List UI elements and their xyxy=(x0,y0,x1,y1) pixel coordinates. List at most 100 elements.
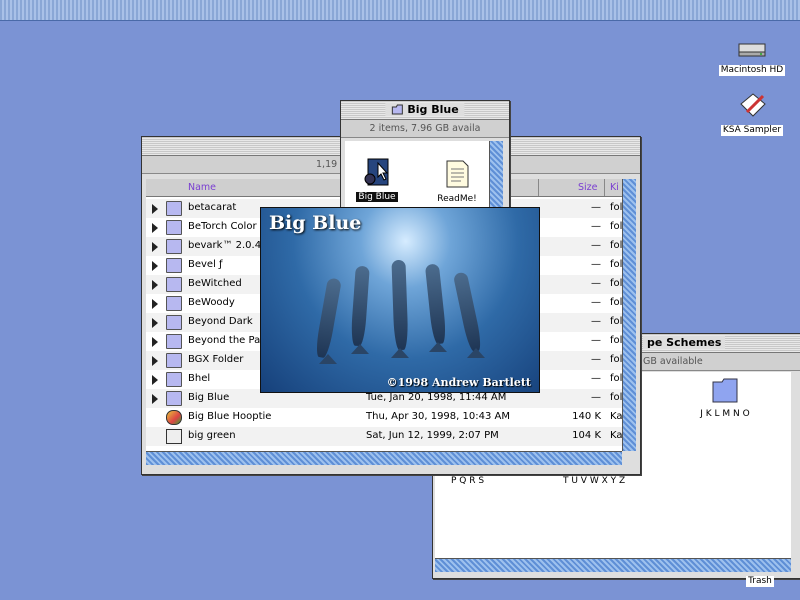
readme-document-icon xyxy=(446,160,469,188)
item-name: bevark™ 2.0.4 xyxy=(188,240,262,251)
item-kind: fol xyxy=(610,316,623,327)
item-name: Big Blue Hooptie xyxy=(188,411,272,422)
disclosure-triangle-icon[interactable] xyxy=(152,204,158,214)
folder-item[interactable]: J K L M N O xyxy=(695,376,755,419)
desktop-icon-label: KSA Sampler xyxy=(720,125,784,136)
item-size: 140 K xyxy=(572,411,601,422)
item-kind: fol xyxy=(610,335,623,346)
hard-disk-icon xyxy=(738,43,766,57)
big-blue-app-item[interactable]: Big Blue xyxy=(349,157,405,202)
disclosure-triangle-icon[interactable] xyxy=(152,280,158,290)
item-kind: fol xyxy=(610,278,623,289)
item-size: — xyxy=(591,335,601,346)
item-size: — xyxy=(591,240,601,251)
row-label: P Q R S xyxy=(451,476,485,486)
item-name: BeWoody xyxy=(188,297,235,308)
item-name: Beyond the Pal xyxy=(188,335,263,346)
folder-icon xyxy=(166,372,182,387)
item-name: big green xyxy=(188,430,236,441)
item-date: Sat, Jun 12, 1999, 2:07 PM xyxy=(366,430,499,441)
disclosure-triangle-icon[interactable] xyxy=(152,223,158,233)
item-name: BeTorch Color xyxy=(188,221,257,232)
big-blue-app-label: Big Blue xyxy=(356,192,398,202)
item-size: — xyxy=(591,354,601,365)
folder-icon xyxy=(166,220,182,235)
name-column-header[interactable]: Name xyxy=(188,182,216,193)
folder-icon xyxy=(166,315,182,330)
folder-icon xyxy=(166,296,182,311)
item-size: — xyxy=(591,316,601,327)
item-kind: fol xyxy=(610,392,623,403)
desktop-icon-label: Trash xyxy=(746,576,774,587)
folder-icon xyxy=(166,201,182,216)
desktop-icon-ksa-sampler[interactable]: KSA Sampler xyxy=(712,92,792,136)
folder-icon xyxy=(166,353,182,368)
disclosure-triangle-icon[interactable] xyxy=(152,375,158,385)
item-name: BGX Folder xyxy=(188,354,244,365)
disclosure-triangle-icon[interactable] xyxy=(152,394,158,404)
size-column-header[interactable]: Size xyxy=(578,182,598,193)
item-name: Beyond Dark xyxy=(188,316,253,327)
item-name: Bhel xyxy=(188,373,211,384)
window-title: Big Blue xyxy=(385,103,465,116)
vertical-scrollbar[interactable] xyxy=(489,141,503,215)
folder-icon xyxy=(166,277,182,292)
item-size: — xyxy=(591,278,601,289)
item-size: — xyxy=(591,259,601,270)
splash-screen: Big Blue ©1998 Andrew Bartlett xyxy=(260,207,540,393)
item-size: — xyxy=(591,202,601,213)
desktop-icon-trash[interactable]: Trash xyxy=(720,574,800,587)
item-size: — xyxy=(591,373,601,384)
window-title: pe Schemes xyxy=(643,336,726,349)
list-row[interactable]: big green Sat, Jun 12, 1999, 2:07 PM 104 K… xyxy=(146,427,630,446)
window-content: Big Blue ReadMe! xyxy=(345,141,489,215)
app-icon xyxy=(166,410,182,425)
item-kind: Ka xyxy=(610,411,623,422)
item-kind: fol xyxy=(610,202,623,213)
item-name: betacarat xyxy=(188,202,237,213)
window-title-bar[interactable]: Big Blue xyxy=(341,101,509,120)
folder-icon xyxy=(166,391,182,406)
readme-label: ReadMe! xyxy=(437,194,477,204)
splash-title: Big Blue xyxy=(269,212,362,234)
item-name: Bevel ƒ xyxy=(188,259,223,270)
item-kind: fol xyxy=(610,240,623,251)
item-kind: Ka xyxy=(610,430,623,441)
folder-icon xyxy=(712,378,738,403)
item-name: BeWitched xyxy=(188,278,242,289)
folder-icon xyxy=(166,239,182,254)
folder-icon xyxy=(391,104,403,115)
kind-column-header[interactable]: Ki xyxy=(610,182,619,193)
vertical-scrollbar[interactable] xyxy=(622,179,636,451)
splash-copyright: ©1998 Andrew Bartlett xyxy=(386,376,531,389)
document-icon xyxy=(166,429,182,444)
desktop-icon-label: Macintosh HD xyxy=(718,65,786,76)
big-blue-window[interactable]: Big Blue 2 items, 7.96 GB availa Big Blu… xyxy=(340,100,510,217)
readme-item[interactable]: ReadMe! xyxy=(429,159,485,204)
menu-bar[interactable] xyxy=(0,0,800,21)
disclosure-triangle-icon[interactable] xyxy=(152,337,158,347)
item-kind: fol xyxy=(610,259,623,270)
disclosure-triangle-icon[interactable] xyxy=(152,261,158,271)
horizontal-scrollbar[interactable] xyxy=(146,451,622,465)
folder-icon xyxy=(166,258,182,273)
desktop-icon-macintosh-hd[interactable]: Macintosh HD xyxy=(712,40,792,76)
disclosure-triangle-icon[interactable] xyxy=(152,299,158,309)
item-kind: fol xyxy=(610,354,623,365)
item-size: — xyxy=(591,392,601,403)
item-size: — xyxy=(591,221,601,232)
row-label: T U V W X Y Z xyxy=(563,476,626,486)
list-row[interactable]: Big Blue Hooptie Thu, Apr 30, 1998, 10:43… xyxy=(146,408,630,427)
disclosure-triangle-icon[interactable] xyxy=(152,356,158,366)
horizontal-scrollbar[interactable] xyxy=(435,558,791,572)
item-size: 104 K xyxy=(572,430,601,441)
folder-label: J K L M N O xyxy=(700,409,750,419)
document-pen-icon xyxy=(740,93,766,117)
item-size: — xyxy=(591,297,601,308)
disclosure-triangle-icon[interactable] xyxy=(152,242,158,252)
item-kind: fol xyxy=(610,221,623,232)
item-kind: fol xyxy=(610,297,623,308)
item-date: Tue, Jan 20, 1998, 11:44 AM xyxy=(366,392,507,403)
theme-app-icon xyxy=(364,158,389,186)
disclosure-triangle-icon[interactable] xyxy=(152,318,158,328)
